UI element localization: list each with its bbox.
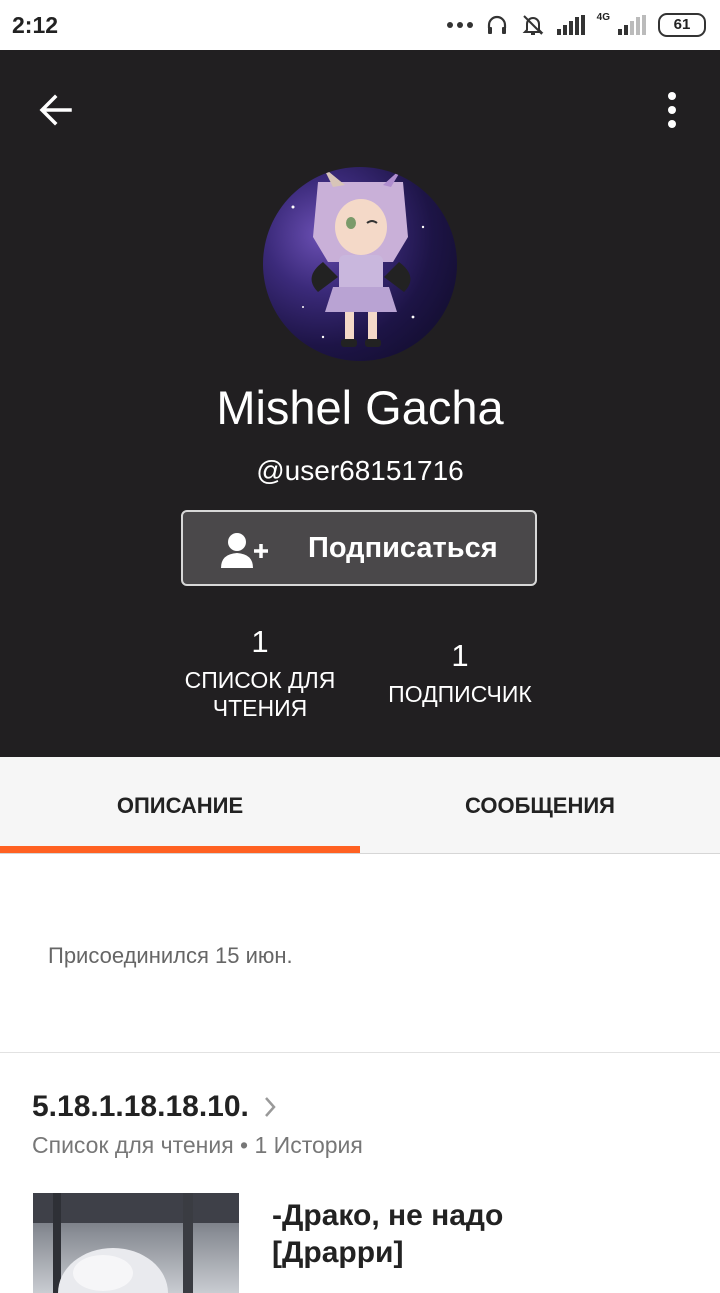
- reading-list-subtitle: Список для чтения • 1 История: [32, 1132, 363, 1158]
- story-cover-art: [33, 1193, 239, 1293]
- reading-lists-label-line2: ЧТЕНИЯ: [212, 695, 308, 721]
- active-tab-indicator: [0, 846, 360, 853]
- status-bar: 2:12 4G 61: [0, 0, 720, 50]
- username: @user68151716: [256, 455, 464, 486]
- story-title-line2: [Драрри]: [272, 1236, 404, 1269]
- back-button[interactable]: [34, 88, 78, 132]
- reading-lists-label-line1: СПИСОК ДЛЯ: [184, 667, 336, 693]
- more-notifications-icon: [446, 22, 473, 28]
- bell-off-icon: [522, 15, 544, 35]
- joined-date: Присоединился 15 июн.: [48, 943, 293, 968]
- follow-button-label: Подписаться: [308, 532, 498, 564]
- followers-stat[interactable]: 1 ПОДПИСЧИК: [370, 638, 550, 708]
- story-title[interactable]: -Драко, не надо [Драрри]: [272, 1197, 692, 1271]
- more-vertical-icon: [668, 92, 676, 128]
- avatar: [263, 167, 457, 361]
- battery-icon: 61: [658, 13, 706, 37]
- story-title-line1: -Драко, не надо: [272, 1199, 504, 1232]
- headphones-icon: [487, 15, 506, 34]
- profile-header: Mishel Gacha @user68151716 Подписаться 1…: [0, 50, 720, 757]
- section-divider: [0, 1052, 720, 1053]
- network-type: 4G: [596, 11, 610, 23]
- followers-label: ПОДПИСЧИК: [388, 681, 532, 707]
- chevron-right-icon: [264, 1097, 276, 1117]
- tab-about[interactable]: ОПИСАНИЕ: [0, 757, 360, 853]
- signal-icon: [556, 15, 585, 35]
- story-cover-image[interactable]: [33, 1193, 239, 1293]
- add-user-icon: [221, 533, 268, 568]
- reading-lists-count: 1: [251, 624, 269, 659]
- avatar-character-image: [291, 167, 425, 347]
- profile-tabs: ОПИСАНИЕ СООБЩЕНИЯ: [0, 757, 720, 854]
- followers-count: 1: [451, 638, 469, 673]
- display-name: Mishel Gacha: [216, 381, 504, 434]
- follow-button[interactable]: Подписаться: [181, 510, 537, 586]
- tab-messages[interactable]: СООБЩЕНИЯ: [360, 757, 720, 853]
- status-icons: 4G 61: [446, 10, 706, 40]
- back-arrow-icon: [39, 94, 72, 126]
- signal-icon-secondary: [618, 15, 646, 35]
- reading-list-title: 5.18.1.18.18.10.: [32, 1090, 249, 1123]
- status-time: 2:12: [12, 12, 59, 38]
- reading-lists-stat[interactable]: 1 СПИСОК ДЛЯ ЧТЕНИЯ: [170, 624, 350, 722]
- more-options-button[interactable]: [656, 88, 688, 132]
- reading-list-title-link[interactable]: 5.18.1.18.18.10.: [32, 1090, 277, 1124]
